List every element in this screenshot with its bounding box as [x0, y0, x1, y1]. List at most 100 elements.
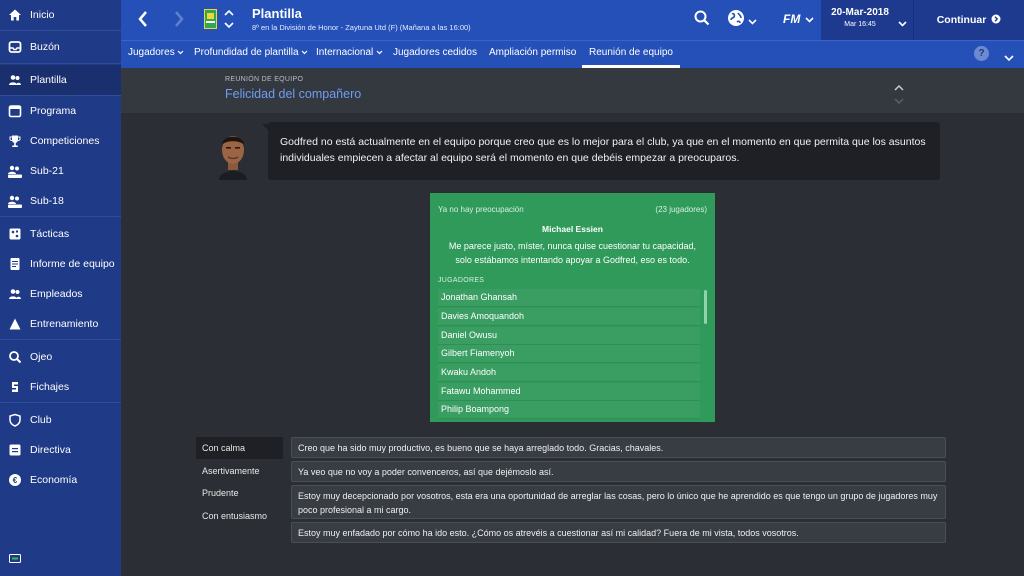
sidebar-item-label: Entrenamiento: [30, 318, 99, 330]
club-switch-icon[interactable]: [224, 8, 234, 35]
chevron-down-icon: [898, 14, 907, 32]
sidebar-item-label: Inicio: [30, 9, 55, 21]
list-item[interactable]: Fatawu Mohammed: [438, 383, 700, 401]
tab-reunion-equipo[interactable]: Reunión de equipo: [582, 41, 680, 68]
fm-menu-button[interactable]: FM: [783, 9, 821, 29]
sidebar-item-label: Fichajes: [30, 381, 70, 393]
sidebar-item-buzon[interactable]: Buzón: [0, 32, 121, 62]
home-icon: [0, 8, 30, 22]
tone-option-con-calma[interactable]: Con calma: [196, 437, 283, 459]
help-button[interactable]: ?: [974, 46, 989, 61]
sidebar-item-sub21[interactable]: Sub-21: [0, 156, 121, 186]
sidebar: Inicio Buzón Plantilla Programa Competic…: [0, 0, 121, 576]
reaction-status: Ya no hay preocupación: [438, 205, 524, 214]
globe-icon: [727, 9, 745, 32]
back-arrow-icon[interactable]: [137, 10, 149, 33]
sidebar-item-empleados[interactable]: Empleados: [0, 279, 121, 309]
reply-option[interactable]: Creo que ha sido muy productivo, es buen…: [291, 437, 946, 458]
sidebar-item-club[interactable]: Club: [0, 405, 121, 435]
sidebar-item-label: Competiciones: [30, 135, 100, 147]
sidebar-item-label: Programa: [30, 105, 77, 117]
search-icon[interactable]: [694, 10, 710, 31]
list-item[interactable]: Daniel Owusu: [438, 327, 700, 345]
sidebar-item-label: Informe de equipo: [30, 258, 115, 270]
page-title: Plantilla: [252, 6, 302, 21]
date-display[interactable]: 20-Mar-2018 Mar 16:45: [821, 0, 913, 40]
list-item[interactable]: Gilbert Fiamenyoh: [438, 345, 700, 363]
sidebar-item-inicio[interactable]: Inicio: [0, 0, 121, 30]
sidebar-item-tacticas[interactable]: Tácticas: [0, 219, 121, 249]
sidebar-item-label: Tácticas: [30, 228, 70, 240]
calendar-icon: [0, 104, 30, 118]
chevron-down-icon: [748, 12, 757, 30]
tab-label: Jugadores cedidos: [393, 47, 477, 58]
sidebar-item-plantilla[interactable]: Plantilla: [0, 65, 121, 95]
sidebar-item-economia[interactable]: € Economía: [0, 465, 121, 495]
chevron-down-icon: [805, 10, 814, 28]
chevron-down-icon[interactable]: [894, 92, 904, 110]
divider: [0, 402, 121, 403]
svg-text:€: €: [13, 476, 18, 485]
tab-ampliacion-permiso[interactable]: Ampliación permiso: [489, 41, 576, 68]
sidebar-item-informe[interactable]: Informe de equipo: [0, 249, 121, 279]
scrollbar[interactable]: [704, 290, 707, 324]
list-item[interactable]: Philip Boampong: [438, 401, 700, 419]
chevron-down-icon: [301, 47, 308, 58]
tab-jugadores[interactable]: Jugadores: [128, 41, 184, 68]
tab-internacional[interactable]: Internacional: [316, 41, 383, 68]
squad-u18-icon: [0, 194, 30, 208]
sidebar-item-competiciones[interactable]: Competiciones: [0, 126, 121, 156]
divider: [0, 216, 121, 217]
sidebar-item-fichajes[interactable]: Fichajes: [0, 372, 121, 402]
squad-u21-icon: [0, 164, 30, 178]
sidebar-item-sub18[interactable]: Sub-18: [0, 186, 121, 216]
section-kicker: REUNIÓN DE EQUIPO: [225, 76, 304, 83]
current-date: 20-Mar-2018: [831, 7, 889, 18]
tab-cedidos[interactable]: Jugadores cedidos: [393, 41, 477, 68]
page-subtitle: 8º en la División de Honor - Zaytuna Utd…: [252, 23, 471, 32]
staff-icon: [0, 287, 30, 301]
scouting-icon: [0, 350, 30, 364]
tab-label: Internacional: [316, 47, 374, 58]
speaker-quote: Me parece justo, míster, nunca quise cue…: [448, 241, 697, 265]
sidebar-item-label: Empleados: [30, 288, 83, 300]
reply-option[interactable]: Estoy muy enfadado por cómo ha ido esto.…: [291, 522, 946, 543]
chevron-down-icon[interactable]: [1004, 49, 1014, 67]
tab-bar: Jugadores Profundidad de plantilla Inter…: [121, 40, 1024, 68]
sidebar-item-programa[interactable]: Programa: [0, 96, 121, 126]
divider: [0, 30, 121, 31]
tab-profundidad[interactable]: Profundidad de plantilla: [194, 41, 308, 68]
section-header: REUNIÓN DE EQUIPO Felicidad del compañer…: [121, 68, 1024, 114]
sidebar-item-label: Economía: [30, 474, 78, 486]
tone-option-asertivamente[interactable]: Asertivamente: [196, 460, 283, 482]
continue-button[interactable]: Continuar: [913, 0, 1024, 40]
club-badge-icon[interactable]: [204, 9, 217, 29]
trophy-icon: [0, 134, 30, 148]
tone-option-con-entusiasmo[interactable]: Con entusiasmo: [196, 505, 283, 527]
sidebar-item-entrenamiento[interactable]: Entrenamiento: [0, 309, 121, 339]
keyboard-icon[interactable]: [9, 550, 21, 563]
list-item[interactable]: Davies Amoquandoh: [438, 308, 700, 326]
sidebar-item-label: Sub-18: [30, 195, 64, 207]
board-icon: [0, 443, 30, 457]
reply-option[interactable]: Estoy muy decepcionado por vosotros, est…: [291, 485, 946, 519]
report-icon: [0, 257, 30, 271]
club-icon: [0, 413, 30, 427]
app-window: Inicio Buzón Plantilla Programa Competic…: [0, 0, 1024, 576]
sidebar-item-label: Ojeo: [30, 351, 53, 363]
sidebar-item-ojeo[interactable]: Ojeo: [0, 342, 121, 372]
list-item[interactable]: Kwaku Andoh: [438, 364, 700, 382]
reply-option[interactable]: Ya veo que no voy a poder convenceros, a…: [291, 461, 946, 482]
tab-label: Reunión de equipo: [589, 47, 673, 58]
chevron-down-icon: [376, 47, 383, 58]
speaker-name[interactable]: Michael Essien: [430, 224, 715, 234]
current-time: Mar 16:45: [844, 21, 876, 28]
world-menu-button[interactable]: [727, 9, 757, 32]
tone-option-prudente[interactable]: Prudente: [196, 482, 283, 504]
sidebar-item-directiva[interactable]: Directiva: [0, 435, 121, 465]
list-item[interactable]: Jonathan Ghansah: [438, 289, 700, 307]
sidebar-item-label: Directiva: [30, 444, 71, 456]
players-heading: JUGADORES: [438, 277, 485, 284]
tab-label: Profundidad de plantilla: [194, 47, 299, 58]
forward-arrow-icon[interactable]: [173, 10, 185, 33]
